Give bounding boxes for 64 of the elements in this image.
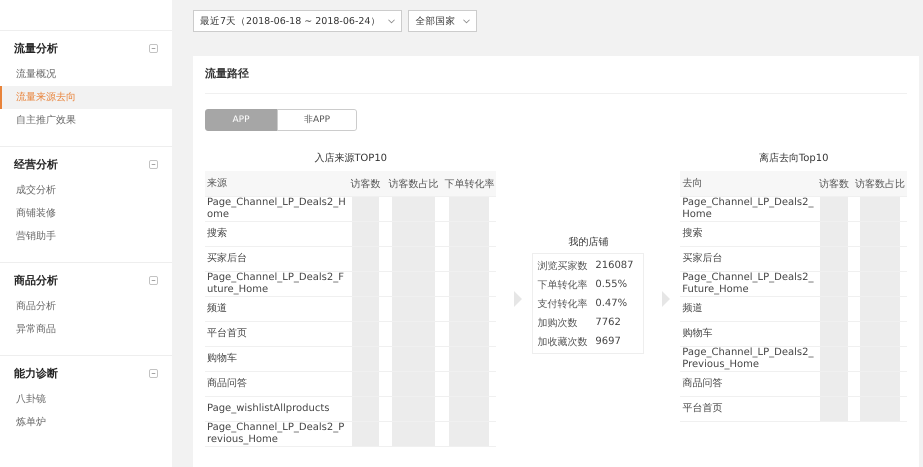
sidebar-item[interactable]: 成交分析 xyxy=(0,179,172,202)
column-header: 去向 xyxy=(681,178,704,190)
table-cell-text: 频道 xyxy=(206,303,228,315)
filter-dropdown[interactable]: 全部国家 xyxy=(408,10,478,32)
sidebar-item[interactable]: 流量概况 xyxy=(0,63,172,86)
table-cell-text: 搜索 xyxy=(681,228,704,240)
column-header: 访客数占比 xyxy=(854,178,906,190)
sidebar-item[interactable]: 营销助手 xyxy=(0,225,172,248)
stat-value: 0.47% xyxy=(595,298,628,309)
table-cell-text: 商品问答 xyxy=(681,378,724,390)
sidebar-group-title: 流量分析 xyxy=(14,40,58,56)
sidebar-item[interactable]: 异常商品 xyxy=(0,318,172,341)
collapse-icon[interactable] xyxy=(149,276,158,284)
column-header: 来源 xyxy=(206,178,228,190)
sidebar-item[interactable]: 商铺装修 xyxy=(0,202,172,225)
column-header: 访客数 xyxy=(818,178,850,190)
table-cell-text: Page_Channel_LP_Deals2_Home xyxy=(206,197,346,221)
segment-tab[interactable]: 非APP xyxy=(277,109,357,131)
table-cell-text: 买家后台 xyxy=(206,253,248,265)
table-cell-text: Page_wishlistAllproducts xyxy=(206,403,330,415)
sidebar-item[interactable]: 八卦镜 xyxy=(0,388,172,411)
table-cell-text: 搜索 xyxy=(206,228,228,240)
chevron-right-icon xyxy=(662,291,670,307)
table-cell-text: 频道 xyxy=(681,303,704,315)
table-cell-text: 买家后台 xyxy=(681,253,724,265)
stat-value: 0.55% xyxy=(595,279,628,290)
sidebar-item[interactable]: 商品分析 xyxy=(0,295,172,318)
table-cell-text: 商品问答 xyxy=(206,378,248,390)
table-cell-text: 购物车 xyxy=(681,328,714,340)
table-cell-text: 平台首页 xyxy=(206,328,248,340)
stat-label: 加购次数 xyxy=(537,316,578,330)
stat-label: 加收藏次数 xyxy=(537,336,588,348)
table-cell-text: Page_Channel_LP_Deals2_Previous_Home xyxy=(681,347,814,371)
table-cell-text: 平台首页 xyxy=(681,403,724,415)
stat-label: 支付转化率 xyxy=(537,298,588,310)
filter-dropdown[interactable]: 最近7天（2018-06-18 ~ 2018-06-24） xyxy=(193,10,402,32)
sidebar-item[interactable]: 炼单炉 xyxy=(0,411,172,434)
stat-label: 浏览买家数 xyxy=(537,260,588,272)
stat-label: 下单转化率 xyxy=(537,278,588,292)
table-cell-text: Page_Channel_LP_Deals2_Previous_Home xyxy=(206,422,346,446)
collapse-icon[interactable] xyxy=(149,160,158,168)
table-cell-text: 购物车 xyxy=(206,353,238,365)
stat-value: 9697 xyxy=(595,336,621,347)
caret-icon xyxy=(463,18,470,24)
table-title: 入店来源TOP10 xyxy=(313,152,388,165)
panel-title: 流量路径 xyxy=(205,66,907,94)
column-header: 访客数占比 xyxy=(387,178,440,190)
collapse-icon[interactable] xyxy=(149,44,158,52)
store-title: 我的店铺 xyxy=(567,236,610,249)
table-cell-text: Page_Channel_LP_Deals2_Home xyxy=(681,197,814,221)
caret-icon xyxy=(388,18,396,24)
sidebar-group-title: 经营分析 xyxy=(14,156,58,172)
stat-value: 216087 xyxy=(595,260,634,271)
collapse-icon[interactable] xyxy=(149,368,158,378)
sidebar-group-title: 商品分析 xyxy=(14,272,58,288)
stat-value: 7762 xyxy=(595,317,621,328)
table-cell-text: Page_Channel_LP_Deals2_Future_Home xyxy=(206,272,345,296)
column-header: 下单转化率 xyxy=(443,178,496,190)
sidebar-item[interactable]: 自主推广效果 xyxy=(0,109,172,132)
table-cell-text: Page_Channel_LP_Deals2_Future_Home xyxy=(681,272,814,296)
chevron-right-icon xyxy=(514,291,522,307)
sidebar-group-title: 能力诊断 xyxy=(14,366,58,380)
column-header: 访客数 xyxy=(349,178,382,190)
table-title: 离店去向Top10 xyxy=(758,152,830,165)
